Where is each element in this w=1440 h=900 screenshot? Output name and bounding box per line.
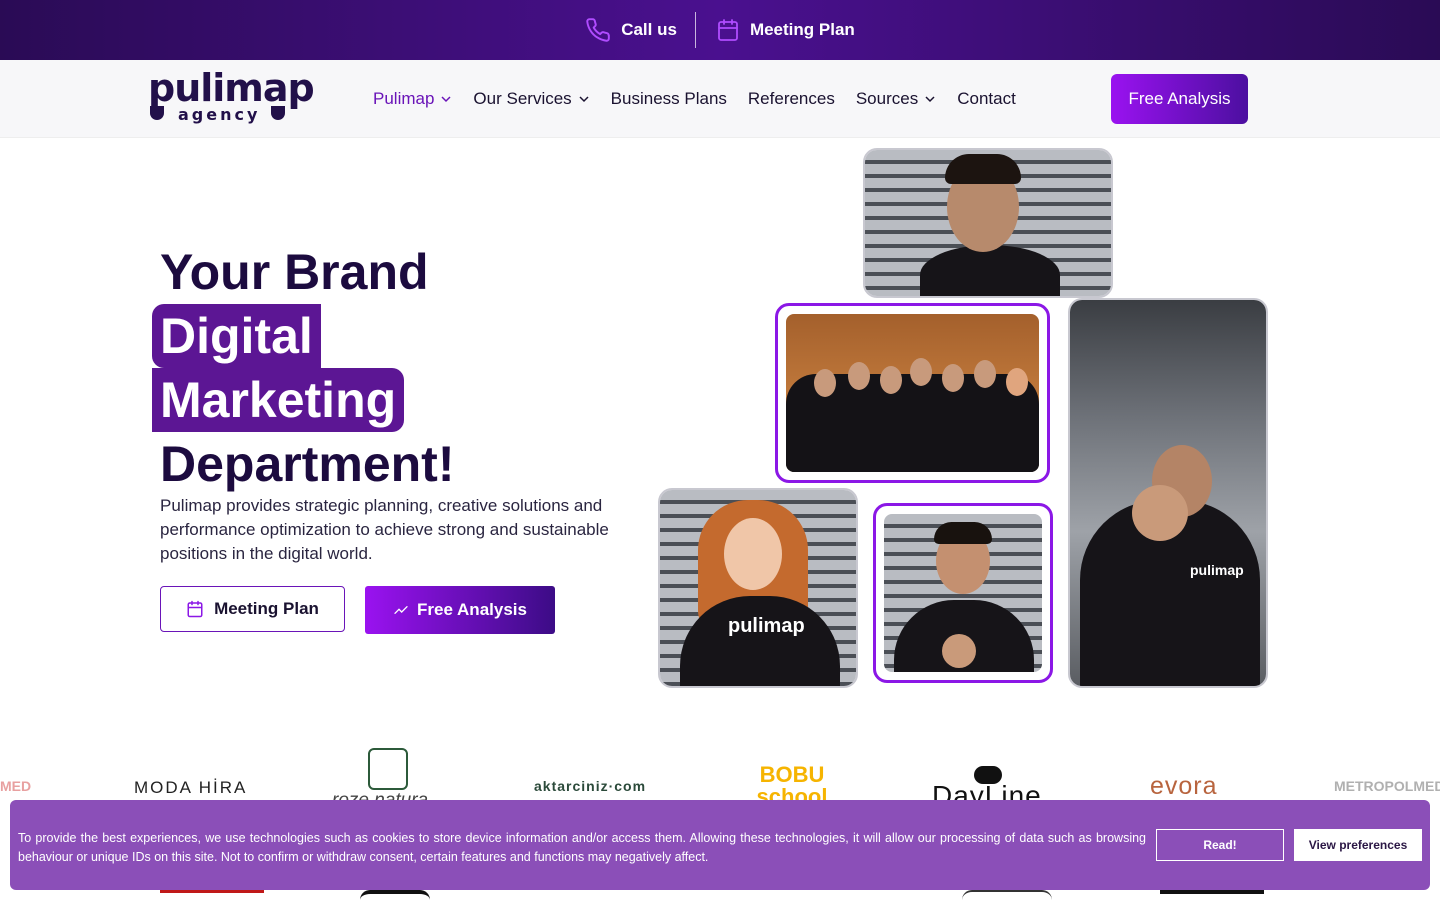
team-face <box>910 358 932 386</box>
calendar-icon <box>187 600 203 618</box>
top-bar: Call us Meeting Plan <box>0 0 1440 60</box>
hero-title-line2-wrap: Digital <box>152 304 454 368</box>
meeting-plan-button[interactable]: Meeting Plan <box>160 586 345 632</box>
photo-image <box>884 514 1042 672</box>
nav-item-our-services[interactable]: Our Services <box>473 89 589 109</box>
hero-title: Your Brand Digital Marketing Department! <box>152 240 455 496</box>
team-face <box>848 362 870 390</box>
photo-image <box>865 150 1111 296</box>
cookie-read-button[interactable]: Read! <box>1156 829 1284 861</box>
nav-item-contact[interactable]: Contact <box>957 89 1016 109</box>
hero-title-highlight-marketing: Marketing <box>152 368 405 432</box>
nav-menu: Pulimap Our Services Business Plans Refe… <box>373 60 1037 138</box>
team-face <box>974 360 996 388</box>
meeting-plan-button-label: Meeting Plan <box>214 599 319 618</box>
photo-man-on-phone <box>863 148 1113 298</box>
hero-title-line1: Your Brand <box>160 244 429 300</box>
cookie-preferences-button[interactable]: View preferences <box>1294 829 1422 861</box>
roze-natura-mark-icon <box>368 748 408 790</box>
photo-man-thumbs-up <box>873 503 1053 683</box>
hero-title-highlight-digital: Digital <box>152 304 321 368</box>
free-analysis-button-label: Free Analysis <box>417 600 527 619</box>
meeting-plan-link[interactable]: Meeting Plan <box>716 18 855 42</box>
chevron-down-icon <box>925 96 935 103</box>
calendar-icon <box>718 19 738 41</box>
person-fist <box>1132 485 1188 541</box>
free-analysis-nav-button[interactable]: Free Analysis <box>1111 74 1248 124</box>
nav-item-label: Sources <box>855 89 919 108</box>
logo-evora: evora <box>1150 772 1218 800</box>
pulimap-logo[interactable]: pulimap agency <box>148 66 315 128</box>
nav-item-label: Our Services <box>473 89 572 108</box>
hero-title-line4: Department! <box>160 436 455 492</box>
logo-peek-dark-shape <box>360 890 430 900</box>
photo-brand-text: pulimap <box>728 615 805 637</box>
chevron-down-icon <box>441 96 451 103</box>
logo-aktarciniz: aktarciniz·com <box>534 778 647 794</box>
photo-image <box>786 314 1039 472</box>
photo-man-pointing: pulimap <box>1068 298 1268 688</box>
team-face <box>880 366 902 394</box>
photo-team-group <box>775 303 1050 483</box>
cookie-banner: To provide the best experiences, we use … <box>10 800 1430 890</box>
logo-metropolmed: METROPOLMED <box>1334 778 1440 794</box>
logo-peek-red-box <box>160 890 264 900</box>
phone-icon <box>586 18 610 42</box>
chevron-down-icon <box>579 96 589 103</box>
meeting-plan-label: Meeting Plan <box>749 20 855 39</box>
trend-up-icon <box>394 606 408 614</box>
nav-item-pulimap[interactable]: Pulimap <box>373 89 452 109</box>
team-face <box>1006 368 1028 396</box>
nav-item-label: References <box>747 89 835 108</box>
person-silhouette <box>920 245 1060 296</box>
call-us-link[interactable]: Call us <box>585 17 677 43</box>
nav-item-sources[interactable]: Sources <box>856 89 936 109</box>
logo-sub-text: agency <box>178 105 261 124</box>
call-us-label: Call us <box>621 20 677 39</box>
free-analysis-button[interactable]: Free Analysis <box>365 586 555 634</box>
logo-med: MED <box>0 778 32 794</box>
logo-dot-left <box>150 106 164 120</box>
team-face <box>942 364 964 392</box>
nav-item-label: Pulimap <box>373 89 435 108</box>
photo-image: pulimap <box>1070 300 1266 686</box>
nav-item-label: Contact <box>957 89 1016 108</box>
logo-peek-script-shape <box>962 890 1052 900</box>
logo-moda-hira: MODA HİRA <box>134 778 248 797</box>
logo-peek-bold-shape <box>1160 890 1264 900</box>
person-hair <box>934 522 992 544</box>
nav-item-references[interactable]: References <box>748 89 835 109</box>
hero-title-line3-wrap: Marketing <box>152 368 454 432</box>
photo-brand-text: pulimap <box>1190 562 1244 578</box>
person-face <box>724 518 782 590</box>
nav-item-business-plans[interactable]: Business Plans <box>611 89 727 109</box>
logo-main-text: pulimap <box>148 66 315 110</box>
team-face <box>814 369 836 397</box>
logo-dot-right <box>271 106 285 120</box>
person-hair <box>945 154 1021 184</box>
person-thumb <box>942 634 976 668</box>
cookie-text: To provide the best experiences, we use … <box>18 831 1146 864</box>
nav-item-label: Business Plans <box>610 89 727 108</box>
topbar-divider <box>694 12 696 48</box>
hero-description: Pulimap provides strategic planning, cre… <box>160 496 609 563</box>
photo-image: pulimap <box>660 490 856 686</box>
photo-woman-redhead: pulimap <box>658 488 858 688</box>
main-nav: pulimap agency Pulimap Our Services Busi… <box>0 60 1440 138</box>
